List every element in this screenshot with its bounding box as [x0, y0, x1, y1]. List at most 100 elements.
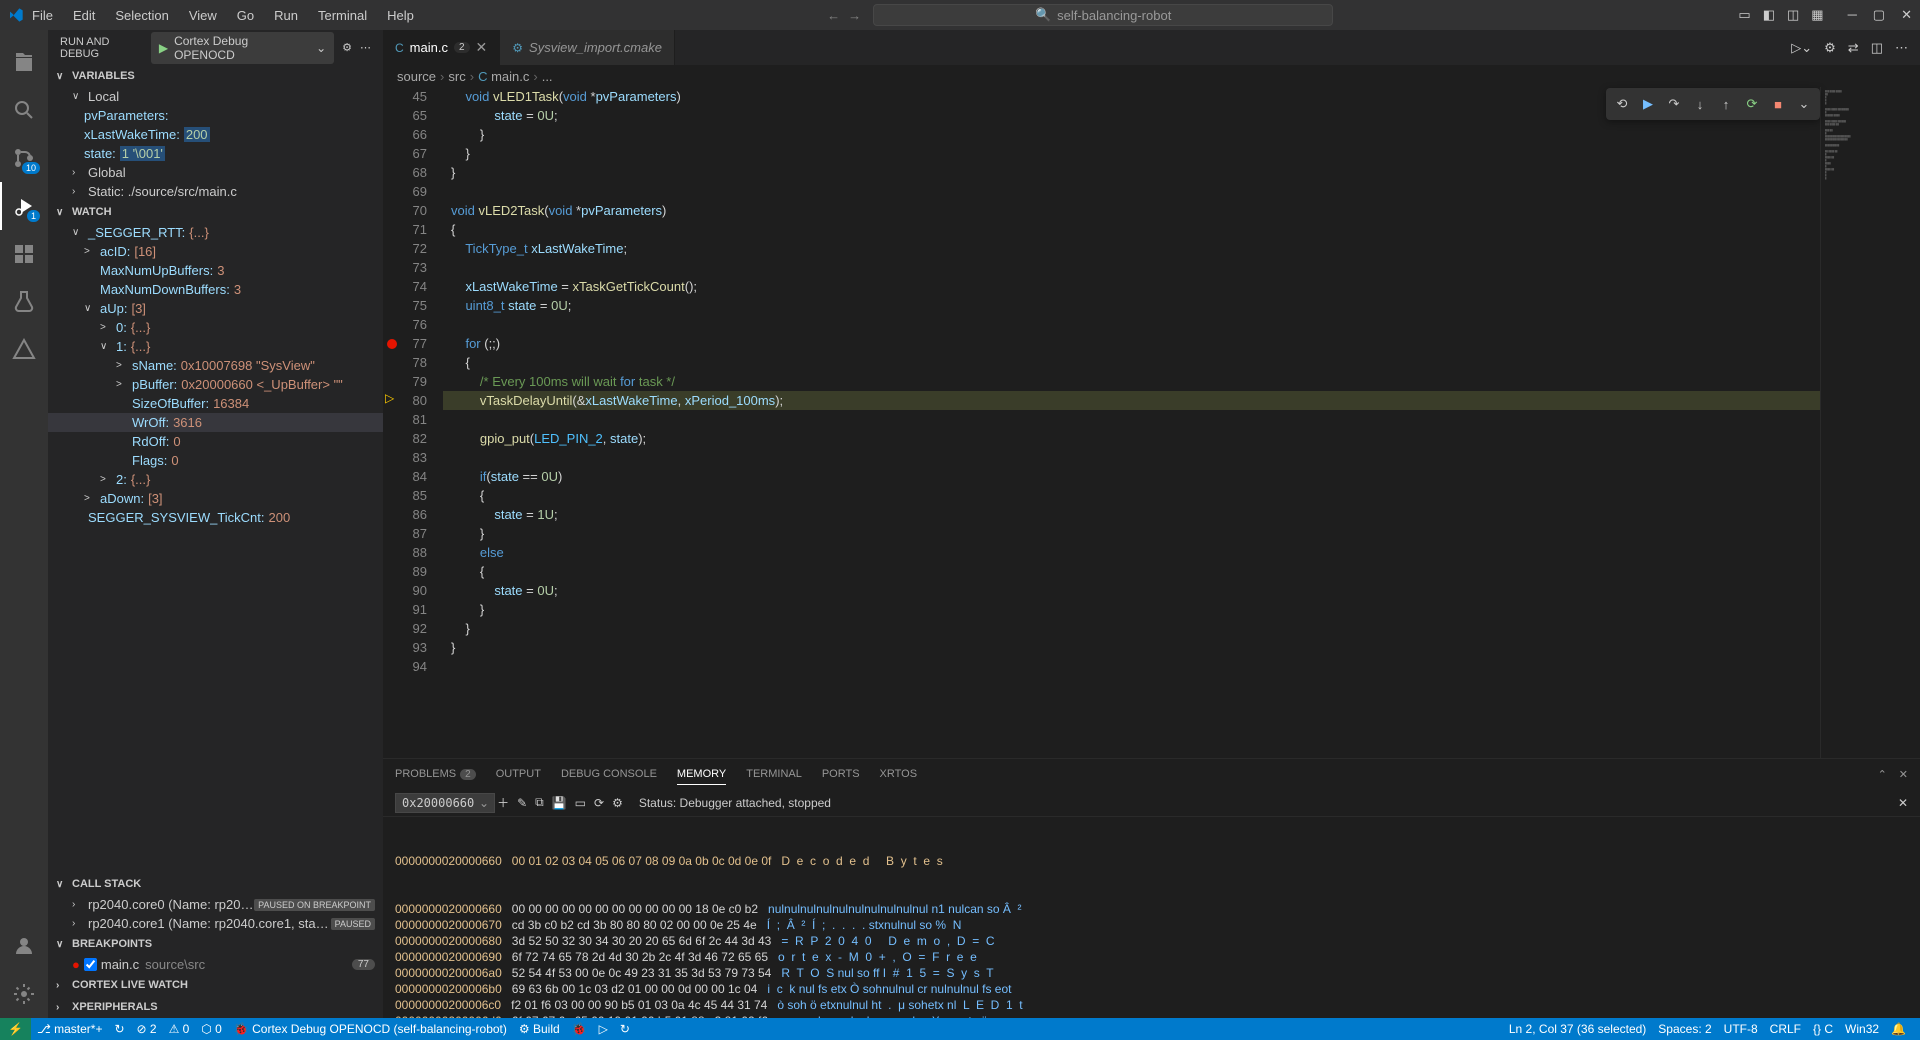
code-line[interactable]: void vLED2Task(void *pvParameters): [443, 201, 1820, 220]
callstack-section[interactable]: ∨CALL STACK: [48, 873, 383, 895]
search-icon[interactable]: [0, 86, 48, 134]
edit-icon[interactable]: ✎: [517, 796, 527, 810]
code-line[interactable]: state = 0U;: [443, 581, 1820, 600]
code-line[interactable]: {: [443, 353, 1820, 372]
layout-panel-icon[interactable]: ▭: [1738, 7, 1750, 23]
status-item[interactable]: Win32: [1839, 1022, 1885, 1036]
watch-row[interactable]: >aDown: [3]: [48, 489, 383, 508]
variable-row[interactable]: state:1 '\001': [48, 144, 383, 163]
watch-row[interactable]: >2: {...}: [48, 470, 383, 489]
compare-icon[interactable]: ⇄: [1848, 40, 1859, 56]
code-line[interactable]: TickType_t xLastWakeTime;: [443, 239, 1820, 258]
close-tab-icon[interactable]: ✕: [476, 39, 488, 56]
nav-forward[interactable]: →: [848, 8, 861, 23]
code-line[interactable]: }: [443, 144, 1820, 163]
tab-Sysview_import-cmake[interactable]: ⚙Sysview_import.cmake: [500, 30, 675, 65]
save-icon[interactable]: 💾: [552, 796, 567, 810]
menu-go[interactable]: Go: [229, 4, 262, 27]
add-icon[interactable]: ＋: [497, 794, 509, 811]
run-icon[interactable]: ▷⌄: [1791, 40, 1812, 56]
command-center[interactable]: 🔍 self-balancing-robot: [873, 4, 1333, 26]
debug-step-out[interactable]: ↑: [1714, 92, 1738, 116]
watch-section[interactable]: ∨WATCH: [48, 201, 383, 223]
watch-row[interactable]: WrOff: 3616: [48, 413, 383, 432]
memory-row[interactable]: 0000000020000660 00 00 00 00 00 00 00 00…: [395, 901, 1908, 917]
remote-indicator[interactable]: ⚡: [0, 1018, 31, 1040]
window-maximize[interactable]: ▢: [1873, 7, 1885, 23]
settings-gear-icon[interactable]: [0, 970, 48, 1018]
menu-terminal[interactable]: Terminal: [310, 4, 375, 27]
watch-row[interactable]: >sName: 0x10007698 "SysView": [48, 356, 383, 375]
status-item[interactable]: ▷: [593, 1022, 614, 1036]
memory-row[interactable]: 00000000200006a0 52 54 4f 53 00 0e 0c 49…: [395, 965, 1908, 981]
code-line[interactable]: }: [443, 163, 1820, 182]
memory-row[interactable]: 0000000020000670 cd 3b c0 b2 cd 3b 80 80…: [395, 917, 1908, 933]
nav-back[interactable]: ←: [827, 8, 840, 23]
chevron-down-icon[interactable]: ⌄: [479, 796, 489, 810]
code-line[interactable]: vTaskDelayUntil(&xLastWakeTime, xPeriod_…: [443, 391, 1820, 410]
debug-stop[interactable]: ■: [1766, 92, 1790, 116]
scope-global[interactable]: ›Global: [48, 163, 383, 182]
callstack-row[interactable]: ›rp2040.core1 (Name: rp2040.core1, state…: [48, 914, 383, 933]
copy-icon[interactable]: ⧉: [535, 795, 544, 810]
debug-restart[interactable]: ⟳: [1740, 92, 1764, 116]
cmake-icon[interactable]: [0, 326, 48, 374]
code-line[interactable]: if(state == 0U): [443, 467, 1820, 486]
code-line[interactable]: gpio_put(LED_PIN_2, state);: [443, 429, 1820, 448]
layout-side-icon[interactable]: ◧: [1763, 7, 1775, 23]
variable-row[interactable]: pvParameters:: [48, 106, 383, 125]
window-minimize[interactable]: ─: [1848, 7, 1857, 23]
layout-split-icon[interactable]: ◫: [1787, 7, 1799, 23]
watch-row[interactable]: MaxNumUpBuffers: 3: [48, 261, 383, 280]
status-item[interactable]: 🐞 Cortex Debug OPENOCD (self-balancing-r…: [228, 1022, 513, 1036]
code-line[interactable]: [443, 410, 1820, 429]
xperipherals-section[interactable]: ›XPERIPHERALS: [48, 996, 383, 1018]
tab-main-c[interactable]: Cmain.c2✕: [383, 30, 500, 65]
status-item[interactable]: ⬡ 0: [195, 1022, 227, 1036]
more-icon[interactable]: ⋯: [1895, 40, 1908, 56]
window-close[interactable]: ✕: [1901, 7, 1912, 23]
code-line[interactable]: {: [443, 486, 1820, 505]
watch-row[interactable]: MaxNumDownBuffers: 3: [48, 280, 383, 299]
menu-edit[interactable]: Edit: [65, 4, 103, 27]
split-icon[interactable]: ◫: [1871, 40, 1883, 56]
panel-close-icon[interactable]: ✕: [1899, 768, 1908, 781]
status-item[interactable]: ⊘ 2: [131, 1022, 163, 1036]
panel-tab-memory[interactable]: MEMORY: [677, 764, 726, 785]
menu-selection[interactable]: Selection: [107, 4, 176, 27]
panel-tab-ports[interactable]: PORTS: [822, 764, 860, 785]
debug-step-into[interactable]: ↓: [1688, 92, 1712, 116]
debug-icon[interactable]: 1: [0, 182, 48, 230]
menu-view[interactable]: View: [181, 4, 225, 27]
breakpoint-glyph[interactable]: [387, 339, 397, 349]
code-line[interactable]: uint8_t state = 0U;: [443, 296, 1820, 315]
notifications-icon[interactable]: 🔔: [1885, 1022, 1912, 1036]
code-line[interactable]: {: [443, 562, 1820, 581]
panel-maximize-icon[interactable]: ⌃: [1878, 768, 1887, 781]
memory-view[interactable]: 0000000020000660 00 01 02 03 04 05 06 07…: [383, 817, 1920, 1018]
code-line[interactable]: }: [443, 524, 1820, 543]
code-line[interactable]: [443, 258, 1820, 277]
watch-row[interactable]: SizeOfBuffer: 16384: [48, 394, 383, 413]
breakpoint-row[interactable]: ● main.c source\src77: [48, 955, 383, 974]
more-icon[interactable]: ⋯: [360, 41, 371, 54]
debug-more[interactable]: ⌄: [1792, 92, 1816, 116]
code-line[interactable]: }: [443, 125, 1820, 144]
status-item[interactable]: {} C: [1807, 1022, 1839, 1036]
watch-row[interactable]: RdOff: 0: [48, 432, 383, 451]
minimap[interactable]: ███ ████ █████████████ ████ ████████████…: [1820, 87, 1920, 758]
code-line[interactable]: for (;;): [443, 334, 1820, 353]
extensions-icon[interactable]: [0, 230, 48, 278]
panel-tab-terminal[interactable]: TERMINAL: [746, 764, 802, 785]
cortex-section[interactable]: ›CORTEX LIVE WATCH: [48, 974, 383, 996]
status-item[interactable]: ⚠ 0: [163, 1022, 196, 1036]
variables-section[interactable]: ∨VARIABLES: [48, 65, 383, 87]
gear-icon[interactable]: ⚙: [342, 41, 352, 54]
code-line[interactable]: [443, 182, 1820, 201]
scm-icon[interactable]: 10: [0, 134, 48, 182]
code-line[interactable]: {: [443, 220, 1820, 239]
code-area[interactable]: void vLED1Task(void *pvParameters) state…: [443, 87, 1820, 758]
panel-tab-debug-console[interactable]: DEBUG CONSOLE: [561, 764, 657, 785]
testing-icon[interactable]: [0, 278, 48, 326]
debug-config-select[interactable]: ▶ Cortex Debug OPENOCD ⌄: [151, 32, 334, 64]
